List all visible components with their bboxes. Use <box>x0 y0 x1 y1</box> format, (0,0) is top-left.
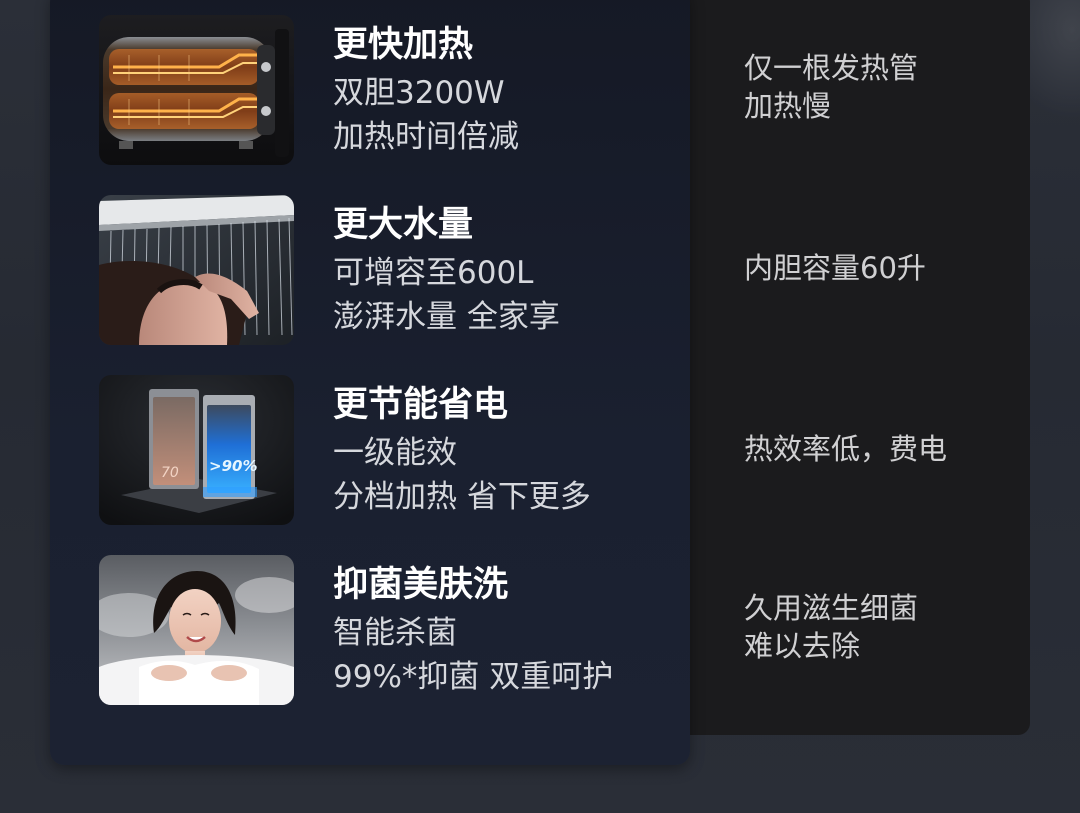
comparison-text: 内胆容量60升 <box>744 251 926 285</box>
feature-detail: 分档加热 省下更多 <box>333 479 591 515</box>
feature-row-energy-saving: 70 >90% 更节能省电 一级能效 分档加热 省下更多 热效率低，费电 <box>0 375 1080 525</box>
water-heater-tank-image <box>99 15 294 165</box>
feature-title: 更快加热 <box>333 25 474 65</box>
right-tank-label: >90% <box>209 457 257 475</box>
comparison-text: 加热慢 <box>744 89 832 123</box>
feature-title: 更大水量 <box>333 205 474 245</box>
feature-row-water-volume: 更大水量 可增容至600L 澎湃水量 全家享 内胆容量60升 <box>0 195 1080 345</box>
energy-efficiency-tanks-image: 70 >90% <box>99 375 294 525</box>
bath-woman-image <box>99 555 294 705</box>
feature-detail: 可增容至600L <box>333 255 534 291</box>
feature-row-fast-heating: 更快加热 双胆3200W 加热时间倍减 仅一根发热管 加热慢 <box>0 15 1080 165</box>
feature-title: 抑菌美肤洗 <box>333 565 509 605</box>
comparison-text: 仅一根发热管 <box>744 51 919 85</box>
feature-detail: 一级能效 <box>333 435 457 471</box>
feature-detail: 加热时间倍减 <box>333 119 519 155</box>
comparison-text: 久用滋生细菌 <box>744 591 919 625</box>
feature-detail: 澎湃水量 全家享 <box>333 299 560 335</box>
feature-detail: 智能杀菌 <box>333 615 457 651</box>
feature-row-antibacterial: 抑菌美肤洗 智能杀菌 99%*抑菌 双重呵护 久用滋生细菌 难以去除 <box>0 555 1080 705</box>
left-tank-label: 70 <box>161 465 179 481</box>
comparison-text: 难以去除 <box>744 629 861 663</box>
feature-detail: 双胆3200W <box>333 75 505 111</box>
feature-title: 更节能省电 <box>333 385 509 425</box>
rain-shower-image <box>99 195 294 345</box>
feature-detail: 99%*抑菌 双重呵护 <box>333 659 614 695</box>
comparison-text: 热效率低，费电 <box>744 432 948 466</box>
